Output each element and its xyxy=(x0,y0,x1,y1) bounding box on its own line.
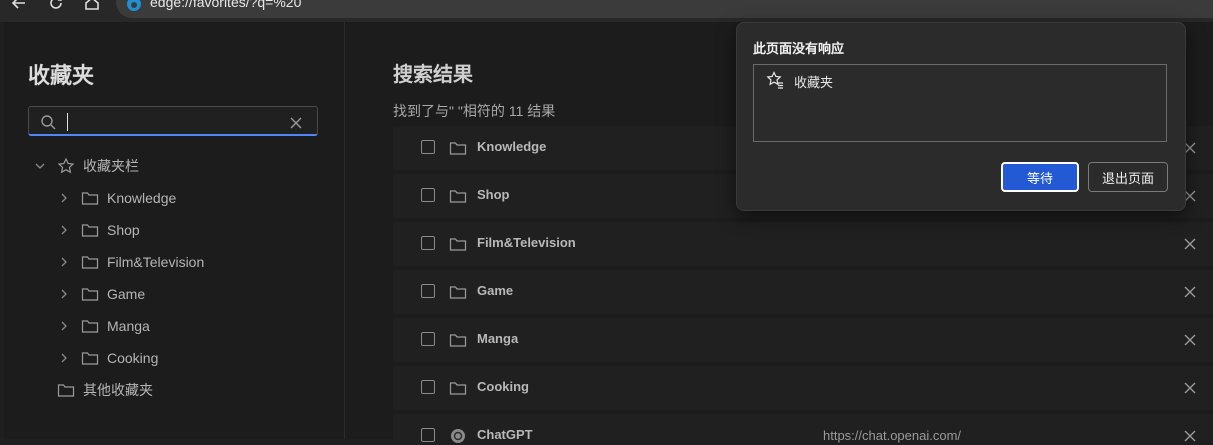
folder-icon xyxy=(449,139,467,157)
clear-search-icon[interactable] xyxy=(289,116,303,130)
delete-icon[interactable] xyxy=(1183,381,1197,395)
folder-icon xyxy=(57,382,75,398)
row-checkbox[interactable] xyxy=(421,332,435,346)
back-arrow-icon xyxy=(11,0,25,9)
result-name[interactable]: ChatGPT xyxy=(477,427,533,442)
chevron-right-icon[interactable] xyxy=(57,319,71,333)
result-name[interactable]: Manga xyxy=(477,331,518,346)
wait-button[interactable]: 等待 xyxy=(1001,162,1079,192)
tree-item-label: Manga xyxy=(107,318,150,334)
summary-text: 找到了与" "相符的 xyxy=(393,103,505,119)
folder-icon xyxy=(449,187,467,205)
result-name[interactable]: Cooking xyxy=(477,379,529,394)
search-input[interactable] xyxy=(28,106,318,136)
tree-item-label: Cooking xyxy=(107,350,159,366)
folder-icon xyxy=(449,379,467,397)
tree-item-label: 其他收藏夹 xyxy=(83,382,153,398)
folder-icon xyxy=(81,222,99,238)
folder-icon xyxy=(81,254,99,270)
row-checkbox[interactable] xyxy=(421,188,435,202)
delete-icon[interactable] xyxy=(1183,285,1197,299)
tree-item-favorites-bar[interactable]: 收藏夹栏 xyxy=(33,154,139,178)
folder-icon xyxy=(81,350,99,366)
search-icon xyxy=(41,115,56,130)
result-url: https://chat.openai.com/ xyxy=(823,428,962,443)
tree-item-folder[interactable]: Manga xyxy=(57,314,150,338)
tree-item-label: Film&Television xyxy=(107,254,205,270)
result-row[interactable]: ChatGPT https://chat.openai.com/ xyxy=(393,414,1213,443)
delete-icon[interactable] xyxy=(1183,333,1197,347)
address-url: edge://favorites/?q=%20 xyxy=(150,0,302,10)
result-name[interactable]: Film&Television xyxy=(477,235,576,250)
row-checkbox[interactable] xyxy=(421,236,435,250)
result-name[interactable]: Game xyxy=(477,283,513,298)
tree-item-label: Knowledge xyxy=(107,190,177,206)
folder-icon xyxy=(81,190,99,206)
chevron-down-icon[interactable] xyxy=(33,159,47,173)
row-checkbox[interactable] xyxy=(421,284,435,298)
text-caret xyxy=(67,113,68,131)
result-summary: 找到了与" "相符的 11 结果 xyxy=(393,101,555,121)
result-row[interactable]: Manga xyxy=(393,318,1213,362)
dialog-title: 此页面没有响应 xyxy=(753,41,845,56)
result-row[interactable]: Film&Television xyxy=(393,222,1213,266)
result-row[interactable]: Cooking xyxy=(393,366,1213,410)
edge-logo-icon xyxy=(127,0,141,11)
browser-toolbar: edge://favorites/?q=%20 xyxy=(0,0,1213,22)
result-row[interactable]: Game xyxy=(393,270,1213,314)
refresh-button[interactable] xyxy=(45,0,67,14)
folder-icon xyxy=(81,286,99,302)
chevron-right-icon[interactable] xyxy=(57,255,71,269)
tree-item-other-favorites[interactable]: 其他收藏夹 xyxy=(57,378,153,402)
unresponsive-page-list: 收藏夹 xyxy=(753,64,1167,142)
tree-item-folder[interactable]: Shop xyxy=(57,218,140,242)
unresponsive-dialog: 此页面没有响应 收藏夹 等待 退出页面 xyxy=(736,22,1186,211)
tree-item-folder[interactable]: Cooking xyxy=(57,346,158,370)
chevron-right-icon[interactable] xyxy=(57,223,71,237)
favorites-star-icon xyxy=(766,71,783,89)
row-checkbox[interactable] xyxy=(421,380,435,394)
tree-item-folder[interactable]: Game xyxy=(57,282,145,306)
tree-item-label: 收藏夹栏 xyxy=(83,158,139,174)
summary-count: 11 结果 xyxy=(508,103,556,119)
star-icon xyxy=(57,157,75,174)
chatgpt-icon xyxy=(449,427,467,445)
chevron-right-icon[interactable] xyxy=(57,191,71,205)
back-button[interactable] xyxy=(8,0,30,14)
tree-item-label: Shop xyxy=(107,222,140,238)
exit-page-button[interactable]: 退出页面 xyxy=(1088,162,1168,192)
home-icon xyxy=(85,0,99,10)
unresponsive-page-label: 收藏夹 xyxy=(794,75,834,90)
row-checkbox[interactable] xyxy=(421,140,435,154)
tree-item-label: Game xyxy=(107,286,146,302)
tree-item-folder[interactable]: Knowledge xyxy=(57,186,176,210)
folder-icon xyxy=(449,331,467,349)
folder-icon xyxy=(449,235,467,253)
chevron-right-icon[interactable] xyxy=(57,287,71,301)
result-name[interactable]: Shop xyxy=(477,187,510,202)
chevron-right-icon[interactable] xyxy=(57,351,71,365)
sidebar-title: 收藏夹 xyxy=(28,63,95,88)
delete-icon[interactable] xyxy=(1183,429,1197,443)
folder-icon xyxy=(81,318,99,334)
tree-item-folder[interactable]: Film&Television xyxy=(57,250,204,274)
refresh-icon xyxy=(50,0,62,9)
home-button[interactable] xyxy=(81,0,103,14)
row-checkbox[interactable] xyxy=(421,428,435,442)
folder-icon xyxy=(449,283,467,301)
delete-icon[interactable] xyxy=(1183,237,1197,251)
page-title: 搜索结果 xyxy=(393,64,473,86)
result-name[interactable]: Knowledge xyxy=(477,139,546,154)
